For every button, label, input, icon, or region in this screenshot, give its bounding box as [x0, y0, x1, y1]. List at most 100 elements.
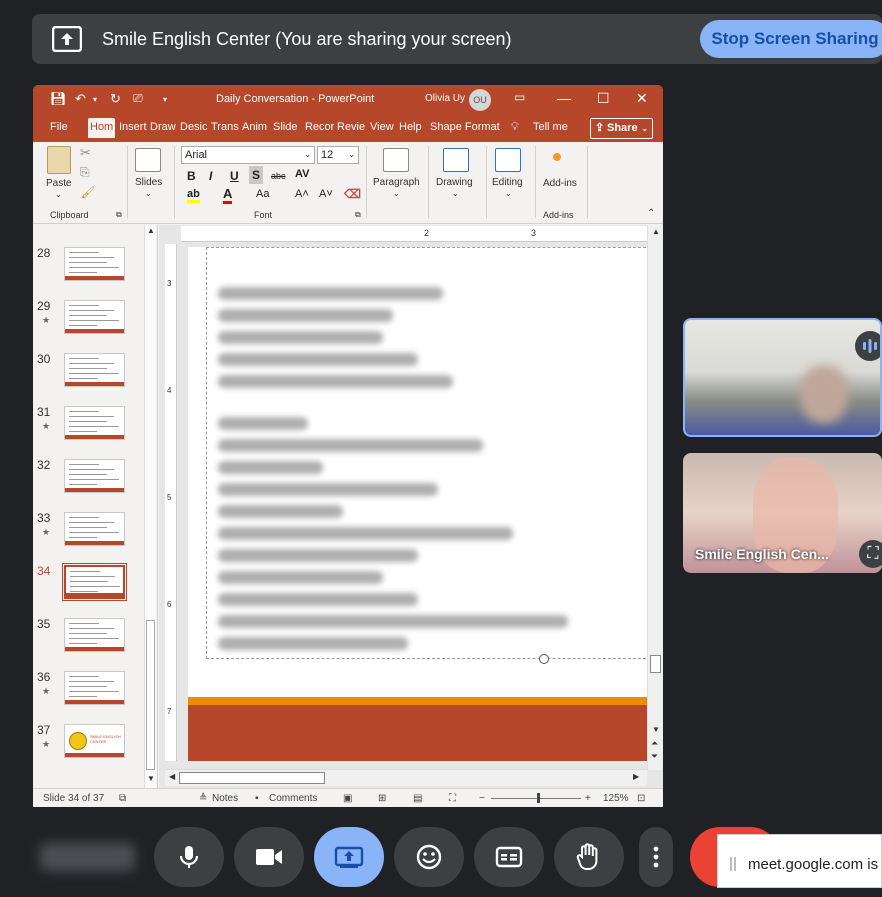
- redo-icon[interactable]: ↻: [110, 91, 121, 107]
- slide-thumbnail[interactable]: 33 ★: [33, 489, 143, 546]
- drawing-dropdown-icon[interactable]: ⌄: [452, 189, 459, 198]
- paragraph-icon[interactable]: [383, 148, 409, 172]
- thumbnail-slide-image[interactable]: [64, 459, 125, 493]
- tab-transitions[interactable]: Trans: [211, 121, 239, 133]
- close-icon[interactable]: ✕: [636, 90, 648, 107]
- scroll-up-icon[interactable]: ▲: [652, 227, 660, 236]
- slides-button[interactable]: Slides: [135, 177, 162, 188]
- user-name[interactable]: Olivia Uy: [425, 93, 465, 104]
- share-button[interactable]: ⇪ Share ⌄: [590, 118, 653, 139]
- drawing-icon[interactable]: [443, 148, 469, 172]
- editing-dropdown-icon[interactable]: ⌄: [505, 189, 512, 198]
- dialog-launcher-icon[interactable]: ⧉: [116, 210, 122, 220]
- font-color-icon[interactable]: A: [223, 186, 233, 204]
- shadow-button[interactable]: S: [249, 166, 264, 184]
- reactions-button[interactable]: [394, 827, 464, 887]
- slide-thumbnail[interactable]: 35: [33, 595, 143, 652]
- zoom-out-icon[interactable]: −: [479, 793, 485, 804]
- normal-view-icon[interactable]: ▣: [343, 793, 352, 804]
- paste-icon[interactable]: [47, 146, 71, 174]
- thumbnail-slide-image[interactable]: [64, 247, 125, 281]
- new-slide-icon[interactable]: [135, 148, 161, 172]
- font-size-select[interactable]: 12 ⌄: [317, 146, 359, 164]
- slide-thumbnail[interactable]: 36 ★: [33, 648, 143, 705]
- character-spacing-button[interactable]: AV: [295, 168, 309, 180]
- tab-slideshow[interactable]: Slide: [273, 121, 297, 133]
- tab-draw[interactable]: Draw: [150, 121, 176, 133]
- slide-thumbnail[interactable]: 37 ★ SMILE ENGLISH CENTER: [33, 701, 143, 758]
- paste-dropdown-icon[interactable]: ⌄: [55, 190, 62, 199]
- shrink-font-icon[interactable]: A˅: [319, 188, 333, 200]
- zoom-slider[interactable]: [491, 798, 581, 799]
- maximize-icon[interactable]: ☐: [597, 90, 610, 107]
- slideshow-icon[interactable]: ⛶: [449, 793, 456, 804]
- thumbnail-slide-image[interactable]: SMILE ENGLISH CENTER: [64, 724, 125, 758]
- dialog-launcher-icon[interactable]: ⧉: [355, 210, 361, 220]
- previous-slide-icon[interactable]: ⏶: [651, 738, 658, 749]
- scroll-thumb[interactable]: [179, 772, 325, 784]
- vertical-scrollbar[interactable]: ▲ ▼ ⏶ ⏷: [647, 225, 663, 770]
- fit-slide-icon[interactable]: ⊡: [637, 793, 645, 804]
- stop-screen-sharing-button[interactable]: Stop Screen Sharing: [700, 20, 882, 58]
- tab-insert[interactable]: Insert: [119, 121, 147, 133]
- thumbnail-slide-image[interactable]: [64, 618, 125, 652]
- cut-icon[interactable]: ✂: [80, 145, 91, 161]
- scroll-thumb[interactable]: [650, 655, 661, 673]
- thumbnail-slide-image[interactable]: [64, 353, 125, 387]
- thumbnail-scrollbar[interactable]: ▲ ▼: [144, 225, 156, 788]
- undo-icon[interactable]: ↶: [75, 91, 86, 107]
- underline-button[interactable]: U: [230, 169, 239, 183]
- font-name-select[interactable]: Arial ⌄: [181, 146, 315, 164]
- drawing-button[interactable]: Drawing: [436, 177, 473, 188]
- accessibility-icon[interactable]: ⧉: [119, 793, 126, 804]
- italic-button[interactable]: I: [209, 169, 212, 183]
- slide-sorter-icon[interactable]: ⊞: [378, 793, 386, 804]
- participant-video-tile[interactable]: Smile English Cen... ⛶: [683, 453, 882, 573]
- tab-design[interactable]: Desic: [180, 121, 208, 133]
- present-now-button[interactable]: [314, 827, 384, 887]
- thumbnail-slide-image[interactable]: [64, 406, 125, 440]
- paragraph-button[interactable]: Paragraph: [373, 177, 420, 188]
- crop-icon[interactable]: ⛶: [859, 540, 882, 568]
- add-ins-button[interactable]: Add-ins: [543, 178, 577, 189]
- captions-button[interactable]: [474, 827, 544, 887]
- collapse-ribbon-icon[interactable]: ⌃: [647, 208, 655, 219]
- undo-dropdown-icon[interactable]: ▾: [93, 95, 97, 104]
- editing-button[interactable]: Editing: [492, 177, 523, 188]
- horizontal-scrollbar[interactable]: ◀ ▶: [165, 769, 647, 786]
- clear-formatting-icon[interactable]: ⌫: [344, 187, 361, 201]
- ribbon-display-icon[interactable]: ▭: [514, 90, 525, 104]
- comments-button[interactable]: Comments: [269, 793, 317, 804]
- save-icon[interactable]: 💾︎: [50, 91, 67, 107]
- change-case-icon[interactable]: Aa: [256, 188, 269, 200]
- minimize-icon[interactable]: —: [557, 90, 571, 106]
- tab-shape-format[interactable]: Shape Format: [430, 121, 500, 133]
- thumbnail-slide-image[interactable]: [64, 671, 125, 705]
- resize-handle[interactable]: [539, 654, 549, 664]
- microphone-button[interactable]: [154, 827, 224, 887]
- slide-thumbnail[interactable]: 34: [33, 542, 143, 601]
- tab-record[interactable]: Recor: [305, 121, 334, 133]
- present-from-start-icon[interactable]: ⎚: [133, 91, 143, 106]
- scroll-right-icon[interactable]: ▶: [633, 772, 639, 781]
- zoom-in-icon[interactable]: +: [585, 793, 591, 804]
- thumbnail-slide-image[interactable]: [64, 512, 125, 546]
- raise-hand-button[interactable]: [554, 827, 624, 887]
- slide-thumbnail[interactable]: 32: [33, 436, 143, 493]
- customize-toolbar-icon[interactable]: ▾: [163, 95, 167, 104]
- tab-file[interactable]: File: [50, 121, 68, 133]
- slide-thumbnail[interactable]: 31 ★: [33, 383, 143, 440]
- slide-canvas[interactable]: [188, 247, 656, 761]
- add-ins-icon[interactable]: [553, 153, 561, 161]
- scroll-down-icon[interactable]: ▼: [652, 725, 660, 734]
- paste-button[interactable]: Paste: [46, 178, 72, 189]
- strikethrough-button[interactable]: abc: [271, 171, 286, 181]
- thumbnail-slide-image[interactable]: [62, 563, 127, 601]
- avatar[interactable]: OU: [469, 89, 491, 111]
- scroll-up-icon[interactable]: ▲: [147, 226, 155, 235]
- tab-home[interactable]: Hom: [88, 118, 116, 138]
- highlight-icon[interactable]: ab: [187, 188, 200, 203]
- tab-view[interactable]: View: [370, 121, 394, 133]
- drag-handle-icon[interactable]: [730, 857, 736, 871]
- slide-thumbnail[interactable]: 29 ★: [33, 277, 143, 334]
